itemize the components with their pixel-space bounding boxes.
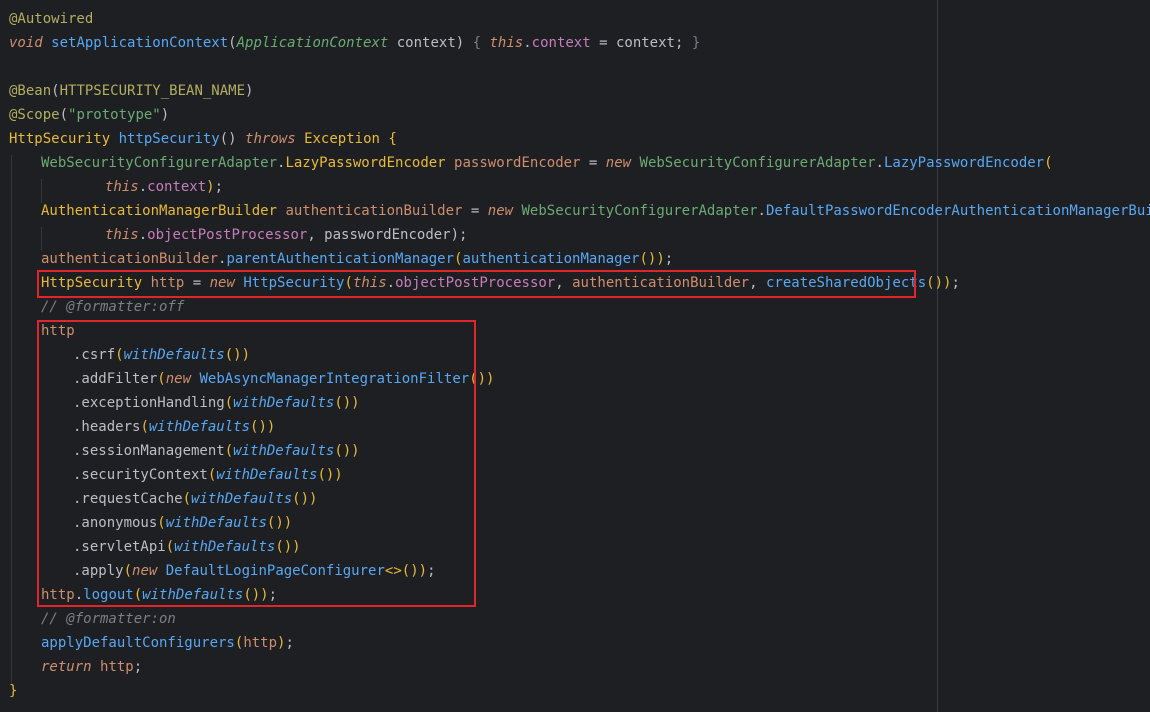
indent-guide — [11, 155, 12, 683]
code-text: , passwordEncoder); — [307, 227, 468, 243]
code-line-close: } — [9, 679, 17, 703]
type-name: ApplicationContext — [236, 35, 389, 51]
keyword: void — [9, 35, 43, 51]
code-text: = context; — [590, 35, 692, 51]
argument: authenticationManager — [462, 251, 640, 267]
field-name: context — [531, 35, 591, 51]
field-name: context — [147, 179, 207, 195]
right-margin-guide — [937, 0, 938, 712]
type-name: WebSecurityConfigurerAdapter — [639, 155, 876, 171]
this-keyword: this — [489, 35, 524, 51]
annotation: @Scope — [9, 107, 60, 123]
field-name: objectPostProcessor — [147, 227, 308, 243]
type-name: LazyPasswordEncoder — [883, 155, 1045, 171]
variable-name: passwordEncoder — [454, 155, 581, 171]
type-name: HttpSecurity — [9, 131, 111, 147]
type-name: DefaultPasswordEncoderAuthenticationMana… — [765, 203, 1150, 219]
code-line-10: this.objectPostProcessor, passwordEncode… — [105, 227, 468, 243]
code-line-8: this.context); — [105, 179, 224, 195]
code-line-4: @Bean(HTTPSECURITY_BEAN_NAME) — [9, 83, 254, 99]
fold-brace[interactable]: { — [473, 35, 481, 51]
variable-name: authenticationBuilder — [41, 251, 219, 267]
keyword: new — [605, 155, 632, 171]
variable-name: http — [243, 635, 278, 651]
type-name: WebSecurityConfigurerAdapter — [521, 203, 758, 219]
code-line-1: @Autowired — [9, 7, 93, 31]
highlight-box-http-init — [37, 270, 916, 298]
code-line-6: HttpSecurity httpSecurity() throws Excep… — [9, 131, 397, 147]
code-text: context) — [388, 35, 473, 51]
method-name: parentAuthenticationManager — [226, 251, 455, 267]
code-line-9: AuthenticationManagerBuilder authenticat… — [41, 199, 1150, 223]
type-name: Exception — [304, 131, 380, 147]
method-name: httpSecurity — [118, 131, 220, 147]
string-literal: "prototype" — [68, 107, 161, 123]
annotation: @Autowired — [9, 11, 94, 27]
type-name: LazyPasswordEncoder — [285, 155, 446, 171]
type-name: AuthenticationManagerBuilder — [41, 203, 278, 219]
method-name: setApplicationContext — [51, 35, 229, 51]
code-line-formatter-on: // @formatter:on — [41, 607, 176, 631]
method-name: applyDefaultConfigurers — [41, 635, 235, 651]
comment: // @formatter:off — [41, 299, 185, 315]
code-line-11: authenticationBuilder.parentAuthenticati… — [41, 251, 674, 267]
this-keyword: this — [105, 227, 139, 243]
type-name: WebSecurityConfigurerAdapter — [41, 155, 278, 171]
keyword: return — [41, 659, 92, 675]
annotation: @Bean — [9, 83, 52, 99]
code-line-13: // @formatter:off — [41, 295, 184, 319]
highlight-box-http-chain — [37, 320, 476, 607]
constant: HTTPSECURITY_BEAN_NAME — [59, 83, 246, 99]
code-line-apply-defaults: applyDefaultConfigurers(http); — [41, 635, 294, 651]
code-line-7: WebSecurityConfigurerAdapter.LazyPasswor… — [41, 155, 1053, 171]
comment: // @formatter:on — [41, 611, 176, 627]
keyword: new — [487, 203, 514, 219]
code-line-2: void setApplicationContext(ApplicationCo… — [9, 35, 701, 51]
code-line-5: @Scope("prototype") — [9, 107, 170, 123]
closing-brace: } — [9, 683, 18, 699]
code-line-return: return http; — [41, 659, 143, 675]
keyword: throws — [245, 131, 296, 147]
variable-name: http — [100, 659, 134, 675]
variable-name: authenticationBuilder — [285, 203, 463, 219]
fold-brace[interactable]: } — [692, 35, 700, 51]
this-keyword: this — [105, 179, 139, 195]
code-editor[interactable]: @Autowired void setApplicationContext(Ap… — [0, 0, 1150, 712]
